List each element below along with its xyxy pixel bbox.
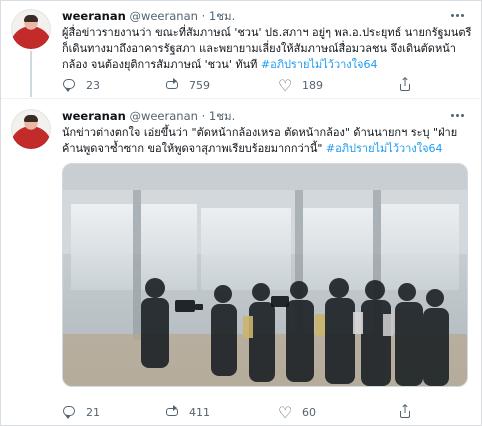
tweet-actions: 21 411 60 [62,402,472,422]
hashtag-link[interactable]: #อภิปรายไม่ไว้วางใจ64 [261,58,378,71]
media-illustration [63,164,467,386]
more-icon[interactable] [451,111,465,121]
more-icon[interactable] [451,11,465,21]
timestamp[interactable]: 1ชม. [209,109,235,123]
hashtag-link[interactable]: #อภิปรายไม่ไว้วางใจ64 [326,142,443,155]
separator-dot: · [201,9,206,23]
retweet-count: 759 [189,78,210,92]
reply-count: 23 [86,78,100,92]
timestamp[interactable]: 1ชม. [209,9,235,23]
tweet-text: ผู้สื่อข่าวรายงานว่า ขณะที่สัมภาษณ์ 'ชวน… [62,25,472,73]
retweet-action[interactable]: 759 [165,77,210,93]
tweet-header: weeranan @weeranan · 1ชม. [62,9,235,23]
like-action[interactable]: 189 [278,76,323,95]
user-handle[interactable]: @weeranan [129,9,197,23]
retweet-icon[interactable] [165,405,179,419]
tweet-text: นักข่าวต่างตกใจ เอ่ยขึ้นว่า "ตัดหน้ากล้อ… [62,125,472,157]
display-name[interactable]: weeranan [62,9,126,23]
like-icon[interactable] [278,403,292,422]
reply-icon[interactable] [62,405,76,419]
avatar-hair [24,115,38,122]
avatar[interactable] [11,9,51,49]
reply-action[interactable]: 23 [62,77,100,93]
share-icon[interactable] [397,75,411,92]
timeline: weeranan @weeranan · 1ชม. ผู้สื่อข่าวราย… [0,0,482,426]
tweet-header: weeranan @weeranan · 1ชม. [62,109,235,123]
retweet-icon[interactable] [165,78,179,92]
more-dot [451,14,454,17]
user-handle[interactable]: @weeranan [129,109,197,123]
tweet-actions: 23 759 189 [62,75,472,95]
more-dot [451,114,454,117]
display-name[interactable]: weeranan [62,109,126,123]
share-action[interactable] [397,402,411,420]
tweet-2[interactable]: weeranan @weeranan · 1ชม. นักข่าวต่างตกใ… [1,100,481,426]
like-action[interactable]: 60 [278,403,316,422]
share-icon[interactable] [397,402,411,419]
tweet-media-image[interactable] [62,163,468,387]
separator-dot: · [201,109,206,123]
like-icon[interactable] [278,76,292,95]
retweet-action[interactable]: 411 [165,404,210,420]
thread-line [30,51,32,97]
retweet-count: 411 [189,405,210,419]
more-dot [456,114,459,117]
like-count: 60 [302,405,316,419]
tweet-divider [1,98,481,99]
reply-action[interactable]: 21 [62,404,100,420]
reply-count: 21 [86,405,100,419]
avatar-hair [24,15,38,22]
tweet-1[interactable]: weeranan @weeranan · 1ชม. ผู้สื่อข่าวราย… [1,1,481,99]
more-dot [461,114,464,117]
reply-icon[interactable] [62,78,76,92]
more-dot [461,14,464,17]
avatar[interactable] [11,109,51,149]
more-dot [456,14,459,17]
share-action[interactable] [397,75,411,93]
like-count: 189 [302,78,323,92]
